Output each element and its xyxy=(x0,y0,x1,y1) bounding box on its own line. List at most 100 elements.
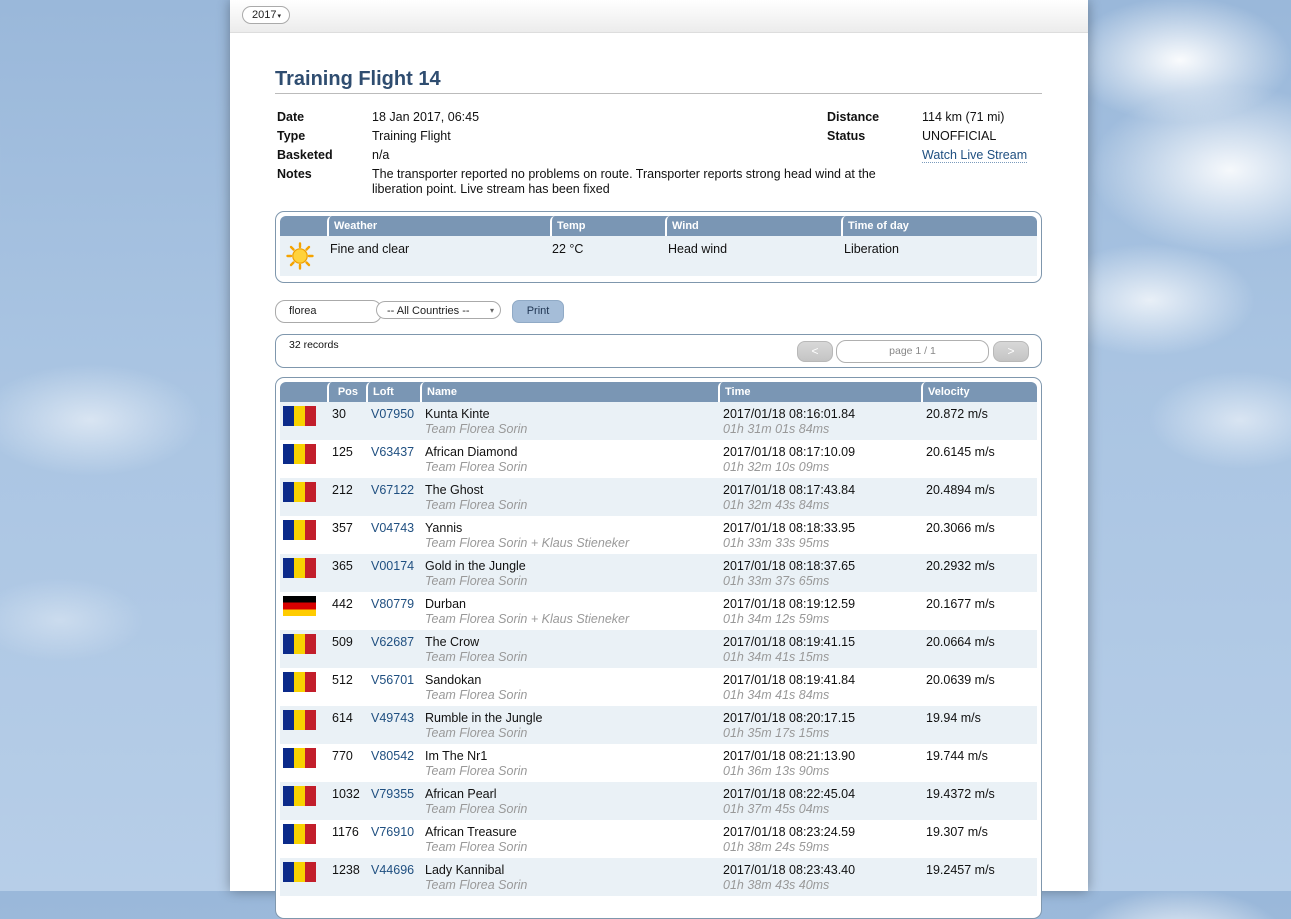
row-loft-link[interactable]: V67122 xyxy=(371,483,414,497)
prev-page-button[interactable]: < xyxy=(797,341,833,362)
table-row[interactable]: 357 V04743 Yannis Team Florea Sorin + Klaus… xyxy=(280,516,1037,554)
date-value: 18 Jan 2017, 06:45 xyxy=(372,110,480,124)
flag-de-icon xyxy=(283,596,316,616)
row-loft-link[interactable]: V62687 xyxy=(371,635,414,649)
table-row[interactable]: 770 V80542 Im The Nr1 Team Florea Sorin 2017… xyxy=(280,744,1037,782)
row-loft-link[interactable]: V07950 xyxy=(371,407,414,421)
content-page: 2017▾ Training Flight 14 Date 18 Jan 201… xyxy=(230,0,1088,919)
row-velocity: 20.0639 m/s xyxy=(926,673,995,687)
weather-panel: Weather Temp Wind Time of day Fine and c… xyxy=(275,211,1042,283)
row-arrival-time: 2017/01/18 08:22:45.04 xyxy=(723,787,856,801)
row-loft-link[interactable]: V56701 xyxy=(371,673,414,687)
velocity-col-header: Velocity xyxy=(921,382,1037,402)
basketed-value: n/a xyxy=(372,148,390,162)
row-position: 365 xyxy=(332,559,353,573)
row-loft-link[interactable]: V80542 xyxy=(371,749,414,763)
row-loft-link[interactable]: V80779 xyxy=(371,597,414,611)
row-loft-link[interactable]: V76910 xyxy=(371,825,414,839)
type-value: Training Flight xyxy=(372,129,451,143)
row-duration: 01h 38m 24s 59ms xyxy=(723,840,830,854)
table-row[interactable]: 442 V80779 Durban Team Florea Sorin + Klaus… xyxy=(280,592,1037,630)
temp-col-header: Temp xyxy=(550,216,665,236)
row-pigeon-name: Im The Nr1 xyxy=(425,749,488,763)
row-team: Team Florea Sorin + Klaus Stieneker xyxy=(425,612,630,626)
name-col-header: Name xyxy=(420,382,718,402)
search-input[interactable]: florea xyxy=(275,300,382,323)
row-arrival-time: 2017/01/18 08:19:41.84 xyxy=(723,673,856,687)
row-loft-link[interactable]: V79355 xyxy=(371,787,414,801)
table-row[interactable]: 509 V62687 The Crow Team Florea Sorin 2017/0… xyxy=(280,630,1037,668)
row-team: Team Florea Sorin xyxy=(425,802,528,816)
flag-ro-icon xyxy=(283,406,316,426)
table-row[interactable]: 614 V49743 Rumble in the Jungle Team Florea… xyxy=(280,706,1037,744)
row-position: 509 xyxy=(332,635,353,649)
table-row[interactable]: 30 V07950 Kunta Kinte Team Florea Sorin 2017… xyxy=(280,402,1037,440)
row-loft-link[interactable]: V63437 xyxy=(371,445,414,459)
type-label: Type xyxy=(277,129,306,143)
row-pigeon-name: African Treasure xyxy=(425,825,517,839)
table-row[interactable]: 512 V56701 Sandokan Team Florea Sorin 2017/0… xyxy=(280,668,1037,706)
country-select-value: -- All Countries -- xyxy=(387,305,470,317)
row-team: Team Florea Sorin xyxy=(425,498,528,512)
weather-wind: Head wind xyxy=(668,242,728,256)
row-arrival-time: 2017/01/18 08:21:13.90 xyxy=(723,749,856,763)
page-indicator: page 1 / 1 xyxy=(836,340,989,363)
row-position: 1238 xyxy=(332,863,360,877)
time-of-day-col-header: Time of day xyxy=(841,216,1037,236)
row-loft-link[interactable]: V00174 xyxy=(371,559,414,573)
country-select[interactable]: -- All Countries -- ▾ xyxy=(376,301,501,319)
row-pigeon-name: Yannis xyxy=(425,521,463,535)
status-label: Status xyxy=(827,129,866,143)
row-position: 442 xyxy=(332,597,353,611)
flag-ro-icon xyxy=(283,862,316,882)
records-panel: 32 records < page 1 / 1 > xyxy=(275,334,1042,368)
table-row[interactable]: 365 V00174 Gold in the Jungle Team Florea S… xyxy=(280,554,1037,592)
year-select[interactable]: 2017▾ xyxy=(242,6,290,24)
wind-col-header: Wind xyxy=(665,216,841,236)
row-pigeon-name: African Pearl xyxy=(425,787,497,801)
row-duration: 01h 34m 41s 15ms xyxy=(723,650,830,664)
row-velocity: 20.6145 m/s xyxy=(926,445,995,459)
weather-header: Weather Temp Wind Time of day xyxy=(280,216,1037,236)
results-table: Pos Loft Name Time Velocity 30 V07950 Kunt… xyxy=(275,377,1042,919)
print-button[interactable]: Print xyxy=(512,300,564,323)
row-arrival-time: 2017/01/18 08:23:24.59 xyxy=(723,825,856,839)
notes-label: Notes xyxy=(277,167,312,181)
row-loft-link[interactable]: V49743 xyxy=(371,711,414,725)
flag-ro-icon xyxy=(283,672,316,692)
weather-time-of-day: Liberation xyxy=(844,242,899,256)
row-team: Team Florea Sorin xyxy=(425,422,528,436)
flag-ro-icon xyxy=(283,748,316,768)
row-velocity: 20.872 m/s xyxy=(926,407,988,421)
row-position: 357 xyxy=(332,521,353,535)
row-team: Team Florea Sorin xyxy=(425,574,528,588)
row-pigeon-name: Kunta Kinte xyxy=(425,407,490,421)
table-row[interactable]: 1176 V76910 African Treasure Team Florea So… xyxy=(280,820,1037,858)
notes-value: The transporter reported no problems on … xyxy=(372,167,876,196)
row-loft-link[interactable]: V04743 xyxy=(371,521,414,535)
flag-ro-icon xyxy=(283,710,316,730)
row-velocity: 19.307 m/s xyxy=(926,825,988,839)
row-arrival-time: 2017/01/18 08:19:12.59 xyxy=(723,597,856,611)
row-pigeon-name: Lady Kannibal xyxy=(425,863,505,877)
table-row[interactable]: 1032 V79355 African Pearl Team Florea Sorin… xyxy=(280,782,1037,820)
flag-ro-icon xyxy=(283,634,316,654)
row-duration: 01h 34m 12s 59ms xyxy=(723,612,830,626)
row-duration: 01h 34m 41s 84ms xyxy=(723,688,830,702)
table-row[interactable]: 125 V63437 African Diamond Team Florea Sori… xyxy=(280,440,1037,478)
row-velocity: 19.94 m/s xyxy=(926,711,981,725)
table-row[interactable]: 212 V67122 The Ghost Team Florea Sorin 2017/… xyxy=(280,478,1037,516)
row-arrival-time: 2017/01/18 08:20:17.15 xyxy=(723,711,856,725)
watch-live-stream-link[interactable]: Watch Live Stream xyxy=(922,148,1028,163)
row-position: 512 xyxy=(332,673,353,687)
time-col-header: Time xyxy=(718,382,921,402)
row-loft-link[interactable]: V44696 xyxy=(371,863,414,877)
row-velocity: 20.4894 m/s xyxy=(926,483,995,497)
row-pigeon-name: Sandokan xyxy=(425,673,482,687)
row-team: Team Florea Sorin xyxy=(425,840,528,854)
table-row[interactable]: 1238 V44696 Lady Kannibal Team Florea Sorin… xyxy=(280,858,1037,896)
flight-details: Date 18 Jan 2017, 06:45 Type Training Fl… xyxy=(277,110,1047,200)
flag-ro-icon xyxy=(283,482,316,502)
next-page-button[interactable]: > xyxy=(993,341,1029,362)
row-position: 770 xyxy=(332,749,353,763)
